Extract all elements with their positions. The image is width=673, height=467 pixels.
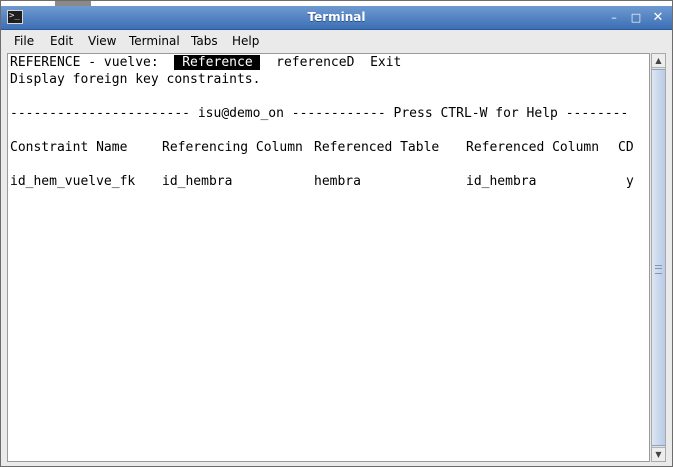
header-referencing-column: Referencing Column [162, 140, 303, 155]
option-exit[interactable]: Exit [370, 55, 401, 70]
menu-terminal[interactable]: Terminal [129, 33, 180, 50]
menu-view[interactable]: View [88, 33, 116, 50]
header-constraint-name: Constraint Name [10, 140, 128, 155]
menu-edit[interactable]: Edit [50, 33, 73, 50]
terminal-screen[interactable]: REFERENCE - vuelve: Reference referenceD… [7, 53, 650, 462]
menu-help[interactable]: Help [232, 33, 259, 50]
menu-bar: File Edit View Terminal Tabs Help [1, 30, 672, 52]
option-reference[interactable]: Reference [174, 55, 261, 70]
header-referenced-column: Referenced Column [466, 140, 600, 155]
status-line: ----------------------- isu@demo_on ----… [10, 106, 629, 121]
title-bar[interactable]: >_ Terminal – □ ✕ [1, 6, 672, 30]
row-referenced-table: hembra [314, 174, 361, 189]
maximize-icon[interactable]: □ [628, 10, 644, 26]
minimize-icon[interactable]: – [606, 10, 622, 26]
row-referenced-column: id_hembra [466, 174, 537, 189]
menu-tabs[interactable]: Tabs [191, 33, 218, 50]
prompt-line: REFERENCE - vuelve: Reference referenceD… [10, 54, 401, 71]
row-cd: y [626, 174, 634, 189]
prompt-prefix: REFERENCE - vuelve: [10, 55, 175, 70]
scroll-grip-icon [655, 265, 662, 274]
option-referenced[interactable]: referenceD [276, 55, 354, 70]
menu-file[interactable]: File [14, 33, 34, 50]
terminal-window: >_ Terminal – □ ✕ File Edit View Termina… [0, 0, 673, 467]
header-referenced-table: Referenced Table [314, 140, 440, 155]
vertical-scrollbar[interactable]: ▲ ▼ [651, 53, 666, 462]
header-cd: CD [618, 140, 634, 155]
close-icon[interactable]: ✕ [650, 10, 666, 26]
window-title: Terminal [307, 10, 366, 24]
scroll-up-icon[interactable]: ▲ [652, 54, 665, 68]
scroll-down-icon[interactable]: ▼ [652, 447, 665, 461]
row-constraint-name: id_hem_vuelve_fk [10, 174, 136, 189]
option-description: Display foreign key constraints. [10, 72, 261, 87]
row-referencing-column: id_hembra [162, 174, 233, 189]
scroll-thumb[interactable] [652, 69, 665, 446]
